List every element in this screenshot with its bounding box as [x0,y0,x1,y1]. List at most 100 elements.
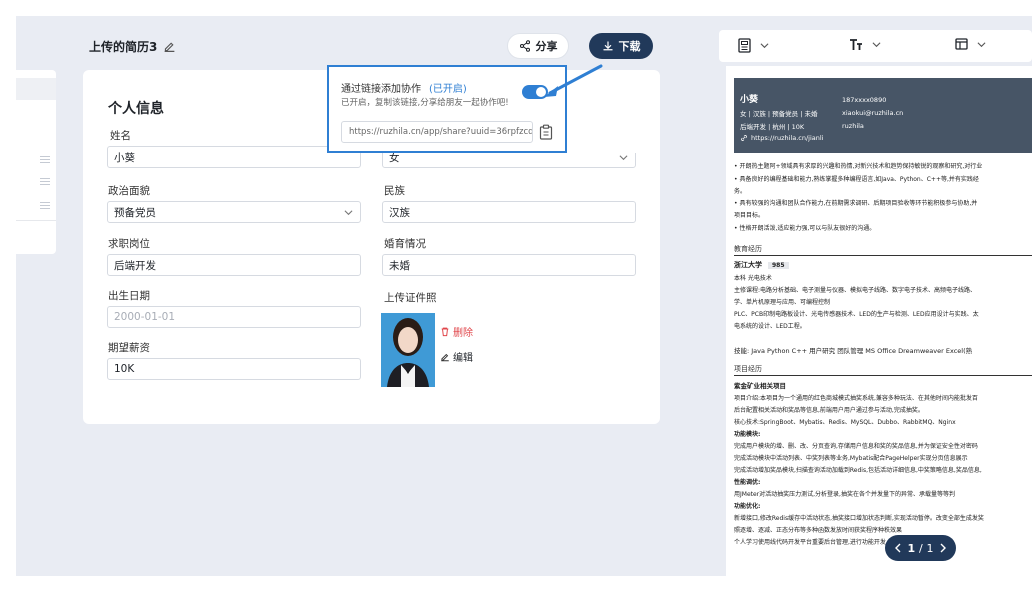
job-input[interactable]: 后端开发 [107,254,361,276]
doc-title[interactable]: 上传的简历3 [89,38,176,55]
edu-title: 教育经历 [734,245,762,253]
share-icon [519,40,530,52]
ethnicity-value: 汉族 [389,206,410,219]
proj-line: 功能模块: [734,431,761,438]
chevron-right-icon[interactable] [939,543,947,553]
divider [734,255,1032,256]
job-value: 后端开发 [114,259,156,272]
proj-line: 完成活动增加奖品模块,扫描查询活动加载到Redis,包括活动详细信息,中奖策略信… [734,467,982,474]
clipboard-icon[interactable] [539,124,553,140]
skills-line: 技能: Java Python C++ 用户研究 团队管理 MS Office … [734,347,973,355]
layout-dropdown[interactable] [955,38,986,50]
resume-meta-2: 后端开发 | 杭州 | 10K [740,123,805,131]
proj-line: 项目介绍:本项目为一个通用的红色商城模式抽奖系统,兼容多种玩法、在其他时间内能批… [734,395,978,402]
delete-photo-button[interactable]: 删除 [440,324,473,339]
ethnicity-input[interactable]: 汉族 [382,201,636,223]
resume-wechat: ruzhila [842,122,864,130]
module-list-active-item[interactable] [16,78,56,100]
download-button[interactable]: 下载 [589,33,653,59]
marital-label: 婚育情况 [384,238,426,250]
preview-toolbar [719,30,1032,62]
drag-handle-icon[interactable] [40,202,50,209]
edu-line: 主修课程:电路分析基础、电子测量与仪器、模拟电子线路、数字电子技术、高频电子线路… [734,287,977,294]
marital-value: 未婚 [389,259,410,272]
page-current: 1 [907,541,916,555]
resume-website-text: https://ruzhila.cn/jianli [751,134,824,142]
share-popover: 通过链接添加协作 (已开启) 已开启，复制该链接,分享给朋友一起协作吧! http… [327,65,567,153]
resume-email: xiaokui@ruzhila.cn [842,109,904,117]
school-line: 浙江大学 985 [734,260,789,270]
popover-title: 通过链接添加协作 (已开启) [341,80,467,95]
frame-border [0,576,1032,592]
proj-line: 新增接口,修改Redis缓存中活动状态,抽奖接口增加状态判断,实现活动暂停。改变… [734,515,984,522]
proj-line: 功能优化: [734,503,761,510]
political-select[interactable]: 预备党员 [107,201,361,223]
page-sep: / [918,541,923,555]
summary-line: • 具有较强的沟通和团队合作能力,在前期需求调研、后期项目验收等环节能积极参与协… [734,200,978,207]
chevron-down-icon [619,155,628,161]
resume-name: 小葵 [740,95,759,105]
share-label: 分享 [535,40,558,53]
proj-line: 性能调优: [734,479,761,486]
summary-line: 务。 [734,188,747,195]
trash-icon [441,327,449,337]
proj-title: 项目经历 [734,365,762,373]
proj-line: 后台配置相关活动和奖品等信息,前端用户用户通过参与活动,完成抽奖。 [734,407,924,414]
module-list-panel [16,70,56,254]
id-photo[interactable] [381,313,435,387]
marital-input[interactable]: 未婚 [382,254,636,276]
resume-meta-1: 女 | 汉族 | 预备党员 | 未婚 [740,110,818,118]
edit-label: 编辑 [453,353,473,364]
font-dropdown[interactable] [849,38,881,51]
birth-label: 出生日期 [108,290,150,302]
edit-title-icon[interactable] [163,40,176,53]
salary-label: 期望薪资 [108,342,150,354]
drag-handle-icon[interactable] [40,156,50,163]
popover-description: 已开启，复制该链接,分享给朋友一起协作吧! [341,98,509,108]
name-input[interactable]: 小葵 [107,146,361,168]
name-value: 小葵 [114,151,135,164]
template-dropdown[interactable] [738,38,769,53]
edit-photo-button[interactable]: 编辑 [440,349,473,364]
font-size-icon [850,39,862,50]
proj-line: 照逐增、逐减、正态分布等多种函数发放时间获奖程序种秩效果 [734,527,903,534]
divider [16,220,56,221]
share-button[interactable]: 分享 [507,33,569,59]
template-icon [738,38,751,53]
share-link-value: https://ruzhila.cn/app/share?uuid=36rpfz… [349,127,533,137]
job-label: 求职岗位 [108,238,150,250]
salary-value: 10K [114,363,135,375]
school-badge: 985 [768,262,789,269]
proj-line: 个人学习使用线代码开发平台重要后台管理,进行功能开发 [734,539,886,546]
popover-status: (已开启) [429,84,467,95]
page-total: 1 [926,541,934,555]
download-label: 下载 [618,40,641,53]
edu-line: 本科 光电技术 [734,275,772,282]
resume-header: 小葵 女 | 汉族 | 预备党员 | 未婚 后端开发 | 杭州 | 10K ht… [734,78,1032,153]
photo-label: 上传证件照 [384,292,437,304]
chevron-down-icon [977,41,986,47]
name-label: 姓名 [110,130,131,142]
chevron-left-icon[interactable] [894,543,902,553]
edu-line: PLC、PCB印制电路板设计、光电传感器技术、LED的生产与检测、LED应用设计… [734,311,979,318]
drag-handle-icon[interactable] [40,178,50,185]
share-link-input[interactable]: https://ruzhila.cn/app/share?uuid=36rpfz… [341,121,533,143]
summary-line: • 开朗热主题阿+领域具有求厚的兴趣和热情,对新兴技术和趋势保持敏锐的观察和研究… [734,163,983,170]
birth-date-input[interactable]: 2000-01-01 [107,306,361,328]
proj-line: 核心技术:SpringBoot、Mybatis、Redis、MySQL、Dubb… [734,419,956,426]
edu-line: 学、单片机原理与应用、可编程控制 [734,299,831,306]
chevron-down-icon [344,210,353,216]
edu-line: 电系统的设计、LED工程。 [734,323,806,330]
political-value: 预备党员 [114,206,156,219]
chevron-down-icon [760,43,769,49]
page-indicator: 1 / 1 [907,542,933,555]
summary-line: • 具备良好的编程基础和能力,熟练掌握多种编程语言,如Java、Python、C… [734,176,979,183]
annotation-arrow-icon [544,64,603,97]
chevron-down-icon [872,42,881,48]
portrait-image [381,313,435,387]
summary-line: • 性格开朗活泼,适应能力强,可以与队友很好的沟通。 [734,225,876,232]
section-title: 个人信息 [108,101,164,117]
salary-input[interactable]: 10K [107,358,361,380]
proj-line: 用JMeter对活动抽奖压力测试,分析登录,抽奖在各个并发量下的异常、承载量等等… [734,491,955,498]
ethnicity-label: 民族 [384,185,405,197]
